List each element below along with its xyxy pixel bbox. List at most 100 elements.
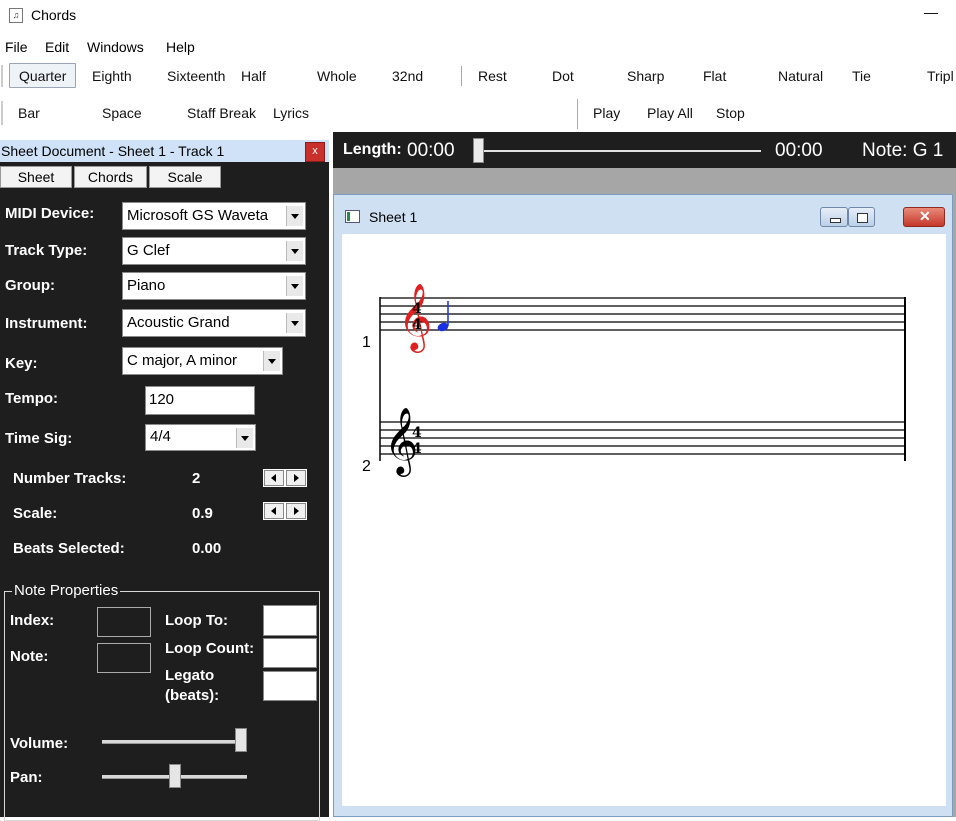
- position-slider-track[interactable]: [479, 150, 761, 152]
- half-button[interactable]: Half: [241, 68, 266, 84]
- scale-spinner: [263, 502, 307, 520]
- thirty-second-button[interactable]: 32nd: [392, 68, 423, 84]
- natural-button[interactable]: Natural: [778, 68, 823, 84]
- current-note-readout: Note: G 1: [862, 140, 944, 161]
- time-sig-top-1: 4: [412, 301, 422, 317]
- spin-right-icon[interactable]: [286, 470, 306, 486]
- note-properties-title: Note Properties: [12, 582, 121, 599]
- time-sig-label: Time Sig:: [5, 430, 73, 447]
- menu-help[interactable]: Help: [166, 39, 195, 55]
- dot-button[interactable]: Dot: [552, 68, 574, 84]
- eighth-button[interactable]: Eighth: [92, 68, 132, 84]
- midi-device-select[interactable]: Microsoft GS Waveta: [122, 202, 306, 230]
- time-sig-select[interactable]: 4/4: [145, 424, 256, 451]
- number-tracks-spinner: [263, 469, 307, 487]
- sharp-button[interactable]: Sharp: [627, 68, 664, 84]
- key-label: Key:: [5, 355, 38, 372]
- position-slider-thumb[interactable]: [473, 138, 484, 163]
- group-select[interactable]: Piano: [122, 272, 306, 300]
- app-icon: ♫: [9, 8, 23, 23]
- key-value: C major, A minor: [127, 352, 238, 369]
- beats-selected-value: 0.00: [192, 540, 222, 557]
- score-svg: 𝄞 4 4 1 𝄞 4 4 2: [362, 282, 906, 477]
- transport-bar: Length: 00:00 00:00 Note: G 1: [333, 132, 956, 168]
- play-all-button[interactable]: Play All: [647, 105, 693, 121]
- staff-break-button[interactable]: Staff Break: [187, 105, 256, 121]
- midi-device-label: MIDI Device:: [5, 205, 95, 222]
- instrument-label: Instrument:: [5, 315, 88, 332]
- title-bar: ♫ Chords —: [0, 0, 956, 32]
- sheet-minimize-button[interactable]: [820, 207, 848, 227]
- edit-toolbar: Bar Space Staff Break Lyrics Play Play A…: [0, 95, 956, 131]
- scale-value: 0.9: [192, 505, 213, 522]
- index-field[interactable]: [97, 607, 151, 637]
- spin-right-icon[interactable]: [286, 503, 306, 519]
- volume-slider-thumb[interactable]: [235, 728, 247, 752]
- menu-file[interactable]: File: [5, 39, 28, 55]
- tab-sheet[interactable]: Sheet: [0, 166, 72, 188]
- panel-close-button[interactable]: x: [305, 142, 325, 162]
- legato-label: Legato: [165, 667, 215, 684]
- stop-button[interactable]: Stop: [716, 105, 745, 121]
- volume-slider-track[interactable]: [102, 740, 247, 744]
- dropdown-arrow-icon: [263, 351, 280, 371]
- note-field[interactable]: [97, 643, 151, 673]
- triplet-button[interactable]: Tripl: [927, 68, 954, 84]
- pan-slider-thumb[interactable]: [168, 764, 181, 788]
- sheet-window-icon: [345, 210, 360, 223]
- flat-button[interactable]: Flat: [703, 68, 726, 84]
- dropdown-arrow-icon: [236, 428, 253, 448]
- note-toolbar: Quarter Eighth Sixteenth Half Whole 32nd…: [0, 59, 956, 93]
- loop-count-label: Loop Count:: [165, 640, 255, 657]
- time-sig-bottom-1: 4: [412, 317, 422, 333]
- track-number-2: 2: [362, 458, 371, 475]
- instrument-select[interactable]: Acoustic Grand: [122, 309, 306, 337]
- bar-button[interactable]: Bar: [18, 105, 40, 121]
- dropdown-arrow-icon: [286, 241, 303, 261]
- rest-button[interactable]: Rest: [478, 68, 507, 84]
- legato-input[interactable]: [263, 671, 317, 701]
- track-number-1: 1: [362, 334, 371, 351]
- loop-to-input[interactable]: [263, 605, 317, 636]
- sheet-restore-button[interactable]: [848, 207, 875, 227]
- lyrics-button[interactable]: Lyrics: [273, 105, 309, 121]
- spin-left-icon[interactable]: [264, 470, 284, 486]
- scale-label: Scale:: [13, 505, 58, 522]
- legato-unit-label: (beats):: [165, 687, 220, 704]
- score-canvas[interactable]: 𝄞 4 4 1 𝄞 4 4 2: [342, 234, 946, 806]
- pan-label: Pan:: [10, 769, 43, 786]
- sheet-window-title: Sheet 1: [369, 209, 418, 225]
- position-value: 00:00: [775, 140, 823, 161]
- track-type-select[interactable]: G Clef: [122, 237, 306, 265]
- key-select[interactable]: C major, A minor: [122, 347, 283, 375]
- tempo-input[interactable]: 120: [145, 386, 255, 415]
- play-button[interactable]: Play: [593, 105, 620, 121]
- menu-edit[interactable]: Edit: [45, 39, 69, 55]
- note-label: Note:: [10, 648, 49, 665]
- whole-button[interactable]: Whole: [317, 68, 357, 84]
- volume-label: Volume:: [10, 735, 69, 752]
- panel-title: Sheet Document - Sheet 1 - Track 1: [1, 143, 225, 159]
- quarter-button[interactable]: Quarter: [9, 63, 77, 88]
- space-button[interactable]: Space: [102, 105, 142, 121]
- loop-count-input[interactable]: [263, 638, 317, 668]
- dropdown-arrow-icon: [286, 313, 303, 333]
- minimize-button[interactable]: —: [924, 4, 938, 20]
- tab-chords[interactable]: Chords: [74, 166, 147, 188]
- staff-2: [380, 421, 905, 455]
- dropdown-arrow-icon: [286, 206, 303, 226]
- sheet-close-button[interactable]: ✕: [903, 207, 945, 227]
- spin-left-icon[interactable]: [264, 503, 284, 519]
- track-type-label: Track Type:: [5, 242, 88, 259]
- length-label: Length:: [343, 141, 402, 158]
- toolbar-separator: [577, 99, 578, 129]
- sixteenth-button[interactable]: Sixteenth: [167, 68, 225, 84]
- tie-button[interactable]: Tie: [852, 68, 871, 84]
- mdi-top-strip: [333, 168, 956, 194]
- menu-windows[interactable]: Windows: [87, 39, 144, 55]
- number-tracks-value: 2: [192, 470, 201, 487]
- length-value: 00:00: [407, 140, 455, 161]
- loop-to-label: Loop To:: [165, 612, 229, 629]
- tab-scale[interactable]: Scale: [149, 166, 221, 188]
- panel-header: Sheet Document - Sheet 1 - Track 1: [0, 140, 329, 162]
